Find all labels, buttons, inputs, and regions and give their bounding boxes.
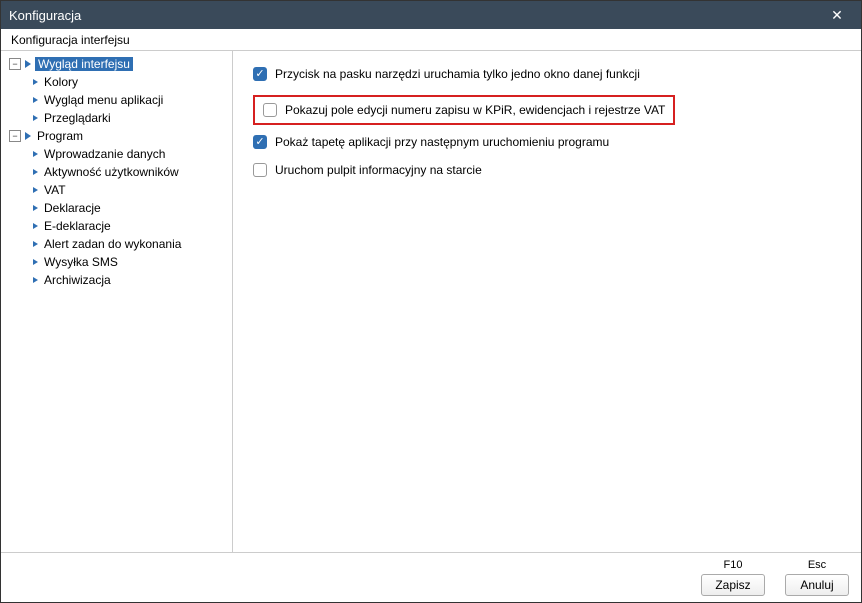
checkbox-icon[interactable] [263,103,277,117]
tree-label: Kolory [42,75,80,89]
tree-item-wyglad-interfejsu[interactable]: − Wygląd interfejsu [1,55,232,73]
option-row-4[interactable]: Uruchom pulpit informacyjny na starcie [253,163,845,177]
config-window: Konfiguracja ✕ Konfiguracja interfejsu −… [0,0,862,603]
close-icon[interactable]: ✕ [821,7,853,24]
tree-item-program[interactable]: − Program [1,127,232,145]
option-row-3[interactable]: Pokaż tapetę aplikacji przy następnym ur… [253,135,845,149]
footer: F10 Zapisz Esc Anuluj [1,552,861,602]
triangle-icon [33,97,38,103]
tree-item-aktywnosc-uzytkownikow[interactable]: Aktywność użytkowników [1,163,232,181]
tree-item-wprowadzanie-danych[interactable]: Wprowadzanie danych [1,145,232,163]
window-title: Konfiguracja [9,8,821,23]
cancel-button[interactable]: Anuluj [785,574,849,596]
tree-label: Deklaracje [42,201,103,215]
tree-label: Archiwizacja [42,273,113,287]
nav-tree: − Wygląd interfejsu Kolory Wygląd menu a… [1,51,233,552]
save-shortcut: F10 [724,559,743,571]
option-label: Uruchom pulpit informacyjny na starcie [275,163,482,177]
tree-item-deklaracje[interactable]: Deklaracje [1,199,232,217]
option-label: Pokaż tapetę aplikacji przy następnym ur… [275,135,609,149]
tree-item-vat[interactable]: VAT [1,181,232,199]
tree-item-e-deklaracje[interactable]: E-deklaracje [1,217,232,235]
tree-item-alert-zadan[interactable]: Alert zadan do wykonania [1,235,232,253]
tree-label: Aktywność użytkowników [42,165,181,179]
tree-label: Alert zadan do wykonania [42,237,183,251]
triangle-icon [33,223,38,229]
collapse-icon[interactable]: − [9,130,21,142]
tree-label: Program [35,129,85,143]
triangle-icon [33,277,38,283]
tree-item-archiwizacja[interactable]: Archiwizacja [1,271,232,289]
tree-item-przegladarki[interactable]: Przeglądarki [1,109,232,127]
triangle-icon [33,259,38,265]
checkbox-icon[interactable] [253,67,267,81]
triangle-icon [25,132,31,140]
tree-item-kolory[interactable]: Kolory [1,73,232,91]
highlighted-option: Pokazuj pole edycji numeru zapisu w KPiR… [253,95,675,125]
tree-item-wyglad-menu[interactable]: Wygląd menu aplikacji [1,91,232,109]
settings-panel: Przycisk na pasku narzędzi uruchamia tyl… [233,51,861,552]
triangle-icon [33,115,38,121]
triangle-icon [33,241,38,247]
tree-label: VAT [42,183,68,197]
checkbox-icon[interactable] [253,135,267,149]
triangle-icon [33,79,38,85]
tree-label: Wprowadzanie danych [42,147,167,161]
option-label: Pokazuj pole edycji numeru zapisu w KPiR… [285,103,665,117]
tree-label: Przeglądarki [42,111,113,125]
tree-label: Wygląd menu aplikacji [42,93,165,107]
option-row-1[interactable]: Przycisk na pasku narzędzi uruchamia tyl… [253,67,845,81]
cancel-group: Esc Anuluj [785,559,849,596]
save-button[interactable]: Zapisz [701,574,765,596]
content: − Wygląd interfejsu Kolory Wygląd menu a… [1,51,861,552]
triangle-icon [33,187,38,193]
cancel-shortcut: Esc [808,559,826,571]
tree-label: Wygląd interfejsu [35,57,133,71]
triangle-icon [33,151,38,157]
collapse-icon[interactable]: − [9,58,21,70]
tree-item-wysylka-sms[interactable]: Wysyłka SMS [1,253,232,271]
option-label: Przycisk na pasku narzędzi uruchamia tyl… [275,67,640,81]
option-row-2[interactable]: Pokazuj pole edycji numeru zapisu w KPiR… [263,103,665,117]
triangle-icon [33,205,38,211]
checkbox-icon[interactable] [253,163,267,177]
panel-subtitle: Konfiguracja interfejsu [1,29,861,51]
titlebar: Konfiguracja ✕ [1,1,861,29]
tree-label: Wysyłka SMS [42,255,120,269]
triangle-icon [25,60,31,68]
triangle-icon [33,169,38,175]
tree-label: E-deklaracje [42,219,113,233]
save-group: F10 Zapisz [701,559,765,596]
